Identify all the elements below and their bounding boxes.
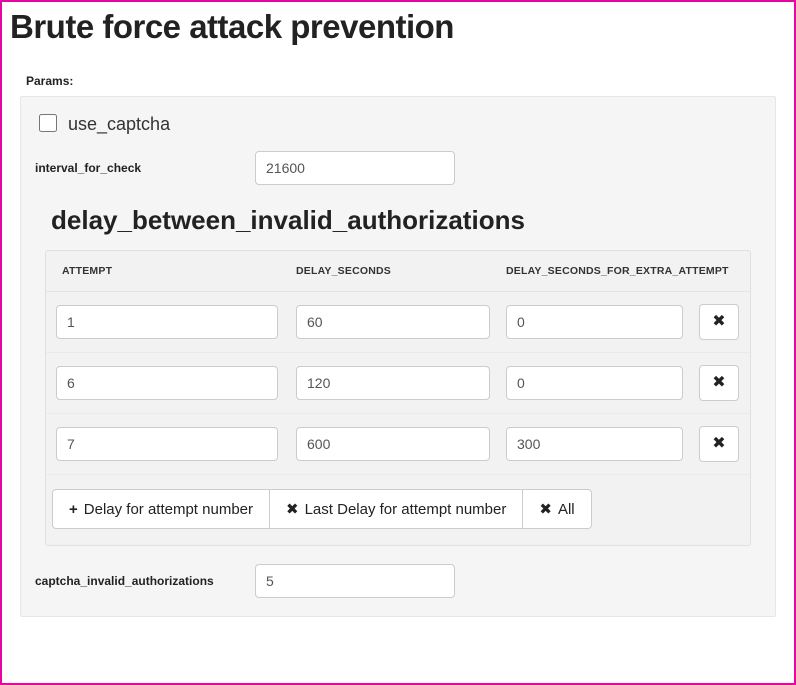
plus-icon: +	[69, 502, 78, 517]
delete-row-button[interactable]: ✖	[699, 426, 739, 462]
delay-extra-input[interactable]	[506, 305, 683, 339]
col-attempt-header: ATTEMPT	[52, 265, 292, 277]
close-icon: ✖	[539, 502, 552, 517]
delay-table-header: ATTEMPT DELAY_SECONDS DELAY_SECONDS_FOR_…	[46, 251, 750, 292]
table-row: ✖	[46, 353, 750, 414]
close-icon: ✖	[712, 436, 725, 452]
delete-row-button[interactable]: ✖	[699, 304, 739, 340]
remove-last-delay-button[interactable]: ✖ Last Delay for attempt number	[269, 489, 523, 529]
captcha-invalid-auth-label: captcha_invalid_authorizations	[35, 574, 255, 588]
delay-seconds-input[interactable]	[296, 305, 490, 339]
params-panel: use_captcha interval_for_check delay_bet…	[20, 96, 776, 617]
add-delay-label: Delay for attempt number	[84, 501, 253, 518]
page-title: Brute force attack prevention	[10, 8, 794, 46]
close-icon: ✖	[712, 314, 725, 330]
interval-for-check-input[interactable]	[255, 151, 455, 185]
attempt-input[interactable]	[56, 366, 278, 400]
captcha-invalid-auth-input[interactable]	[255, 564, 455, 598]
remove-last-delay-label: Last Delay for attempt number	[305, 501, 507, 518]
use-captcha-label: use_captcha	[68, 114, 170, 135]
add-delay-button[interactable]: + Delay for attempt number	[52, 489, 270, 529]
table-row: ✖	[46, 414, 750, 475]
delay-section-title: delay_between_invalid_authorizations	[51, 205, 761, 236]
attempt-input[interactable]	[56, 427, 278, 461]
remove-all-delay-button[interactable]: ✖ All	[522, 489, 591, 529]
use-captcha-checkbox[interactable]	[39, 114, 57, 132]
delay-action-button-group: + Delay for attempt number ✖ Last Delay …	[52, 489, 592, 529]
captcha-invalid-auth-row: captcha_invalid_authorizations	[35, 564, 761, 598]
delay-extra-input[interactable]	[506, 427, 683, 461]
table-row: ✖	[46, 292, 750, 353]
close-icon: ✖	[712, 375, 725, 391]
close-icon: ✖	[286, 502, 299, 517]
interval-for-check-row: interval_for_check	[35, 151, 761, 185]
delay-action-bar: + Delay for attempt number ✖ Last Delay …	[46, 475, 750, 545]
delay-table: ATTEMPT DELAY_SECONDS DELAY_SECONDS_FOR_…	[45, 250, 751, 546]
attempt-input[interactable]	[56, 305, 278, 339]
params-label: Params:	[26, 74, 794, 88]
delay-seconds-input[interactable]	[296, 427, 490, 461]
delete-row-button[interactable]: ✖	[699, 365, 739, 401]
col-delay-header: DELAY_SECONDS	[292, 265, 502, 277]
remove-all-delay-label: All	[558, 501, 575, 518]
use-captcha-row: use_captcha	[35, 111, 761, 135]
delay-seconds-input[interactable]	[296, 366, 490, 400]
delay-extra-input[interactable]	[506, 366, 683, 400]
col-extra-header: DELAY_SECONDS_FOR_EXTRA_ATTEMPT	[502, 265, 729, 277]
interval-for-check-label: interval_for_check	[35, 161, 255, 175]
